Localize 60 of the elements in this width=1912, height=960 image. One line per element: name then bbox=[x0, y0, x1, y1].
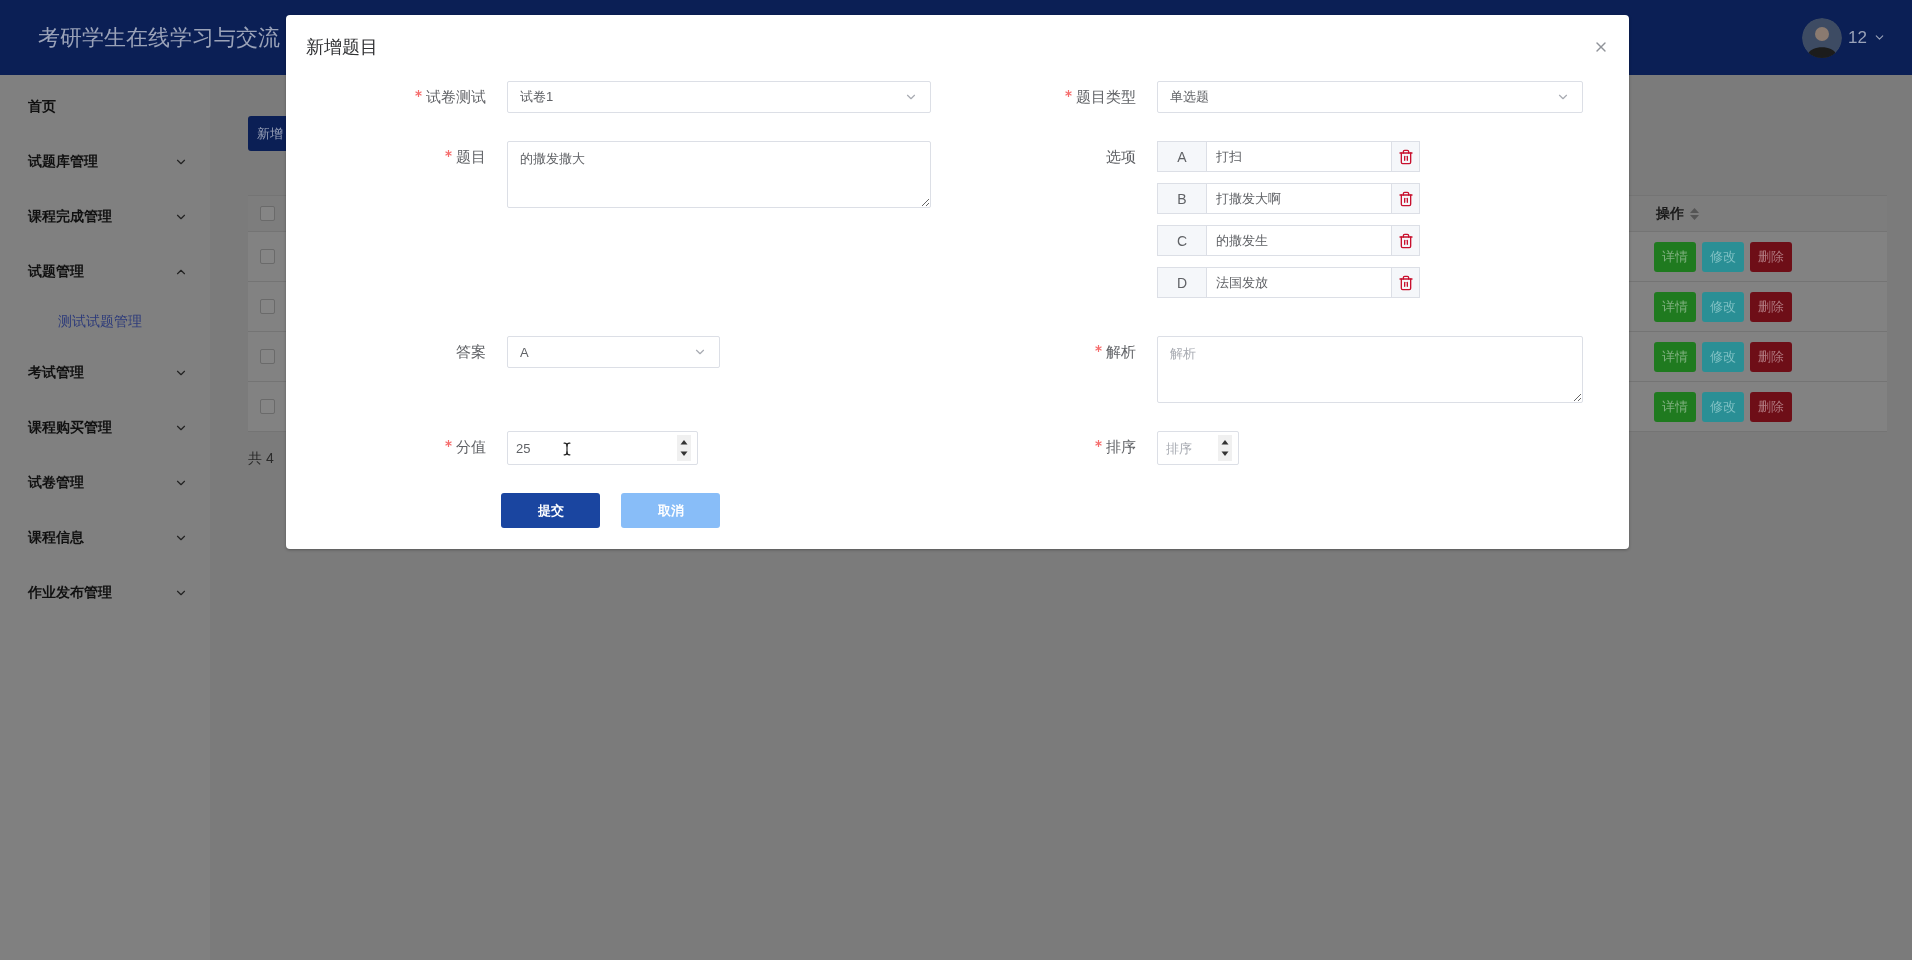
sidebar-item[interactable]: 首页 bbox=[0, 79, 210, 134]
delete-button[interactable] bbox=[1391, 183, 1420, 214]
checkbox[interactable] bbox=[260, 206, 275, 221]
action-button[interactable]: 删除 bbox=[1750, 391, 1792, 422]
sidebar-item[interactable]: 试卷管理 bbox=[0, 455, 210, 510]
sidebar-item[interactable]: 考试管理 bbox=[0, 345, 210, 400]
sidebar-item[interactable]: 课程信息 bbox=[0, 510, 210, 565]
option-field[interactable]: 法国发放 bbox=[1207, 267, 1391, 298]
trash-icon bbox=[1397, 190, 1414, 207]
action-button[interactable]: 删除 bbox=[1750, 341, 1792, 372]
number-field[interactable]: 排序 bbox=[1157, 431, 1239, 465]
number-field[interactable]: 25 bbox=[507, 431, 698, 465]
sidebar-item[interactable]: 课程购买管理 bbox=[0, 400, 210, 455]
checkbox[interactable] bbox=[260, 399, 275, 414]
trash-icon bbox=[1397, 148, 1414, 165]
field-label: 题目类型 bbox=[1076, 87, 1136, 107]
sidebar-item[interactable]: 试题库管理 bbox=[0, 134, 210, 189]
delete-button[interactable] bbox=[1391, 225, 1420, 256]
checkbox[interactable] bbox=[260, 349, 275, 364]
stepper-icon[interactable] bbox=[677, 435, 691, 461]
text-area[interactable]: 解析 bbox=[1157, 336, 1583, 403]
select-field[interactable]: 试卷1 bbox=[507, 81, 931, 113]
option-letter: D bbox=[1157, 267, 1207, 298]
option-letter: B bbox=[1157, 183, 1207, 214]
dialog-title: 新增题目 bbox=[306, 36, 378, 59]
delete-button[interactable] bbox=[1391, 267, 1420, 298]
trash-icon bbox=[1397, 274, 1414, 291]
option-field[interactable]: 的撒发生 bbox=[1207, 225, 1391, 256]
checkbox[interactable] bbox=[260, 299, 275, 314]
field-label: 排序 bbox=[1106, 437, 1136, 457]
add-button[interactable]: 新增 bbox=[248, 116, 286, 151]
select-field[interactable]: 单选题 bbox=[1157, 81, 1583, 113]
option-letter: C bbox=[1157, 225, 1207, 256]
sidebar-subitem[interactable]: 测试试题管理 bbox=[0, 299, 210, 345]
avatar[interactable] bbox=[1802, 17, 1843, 58]
action-button[interactable]: 删除 bbox=[1750, 291, 1792, 322]
delete-button[interactable] bbox=[1391, 141, 1420, 172]
checkbox[interactable] bbox=[260, 249, 275, 264]
field-label: 题目 bbox=[456, 147, 486, 167]
field-label: 解析 bbox=[1106, 342, 1136, 362]
sidebar-item[interactable]: 试题管理 bbox=[0, 244, 210, 299]
select-field[interactable]: A bbox=[507, 336, 720, 368]
column-header: 操作 bbox=[1656, 204, 1684, 223]
action-button[interactable]: 删除 bbox=[1750, 241, 1792, 272]
user-name[interactable]: 12 bbox=[1848, 27, 1867, 48]
option-field[interactable]: 打撒发大啊 bbox=[1207, 183, 1391, 214]
field-label: 分值 bbox=[456, 437, 486, 457]
field-label: 选项 bbox=[1106, 147, 1136, 167]
option-field[interactable]: 打扫 bbox=[1207, 141, 1391, 172]
stepper-icon[interactable] bbox=[1218, 435, 1232, 461]
field-label: 答案 bbox=[456, 342, 486, 362]
submit-button[interactable]: 提交 bbox=[501, 493, 600, 528]
option-letter: A bbox=[1157, 141, 1207, 172]
sidebar-item[interactable]: 课程完成管理 bbox=[0, 189, 210, 244]
app-title: 考研学生在线学习与交流 bbox=[38, 23, 280, 52]
text-area[interactable]: 的撒发撒大 bbox=[507, 141, 931, 208]
total-count: 共 4 bbox=[248, 450, 275, 468]
sidebar-item[interactable]: 作业发布管理 bbox=[0, 565, 210, 620]
trash-icon bbox=[1397, 232, 1414, 249]
field-label: 试卷测试 bbox=[426, 87, 486, 107]
